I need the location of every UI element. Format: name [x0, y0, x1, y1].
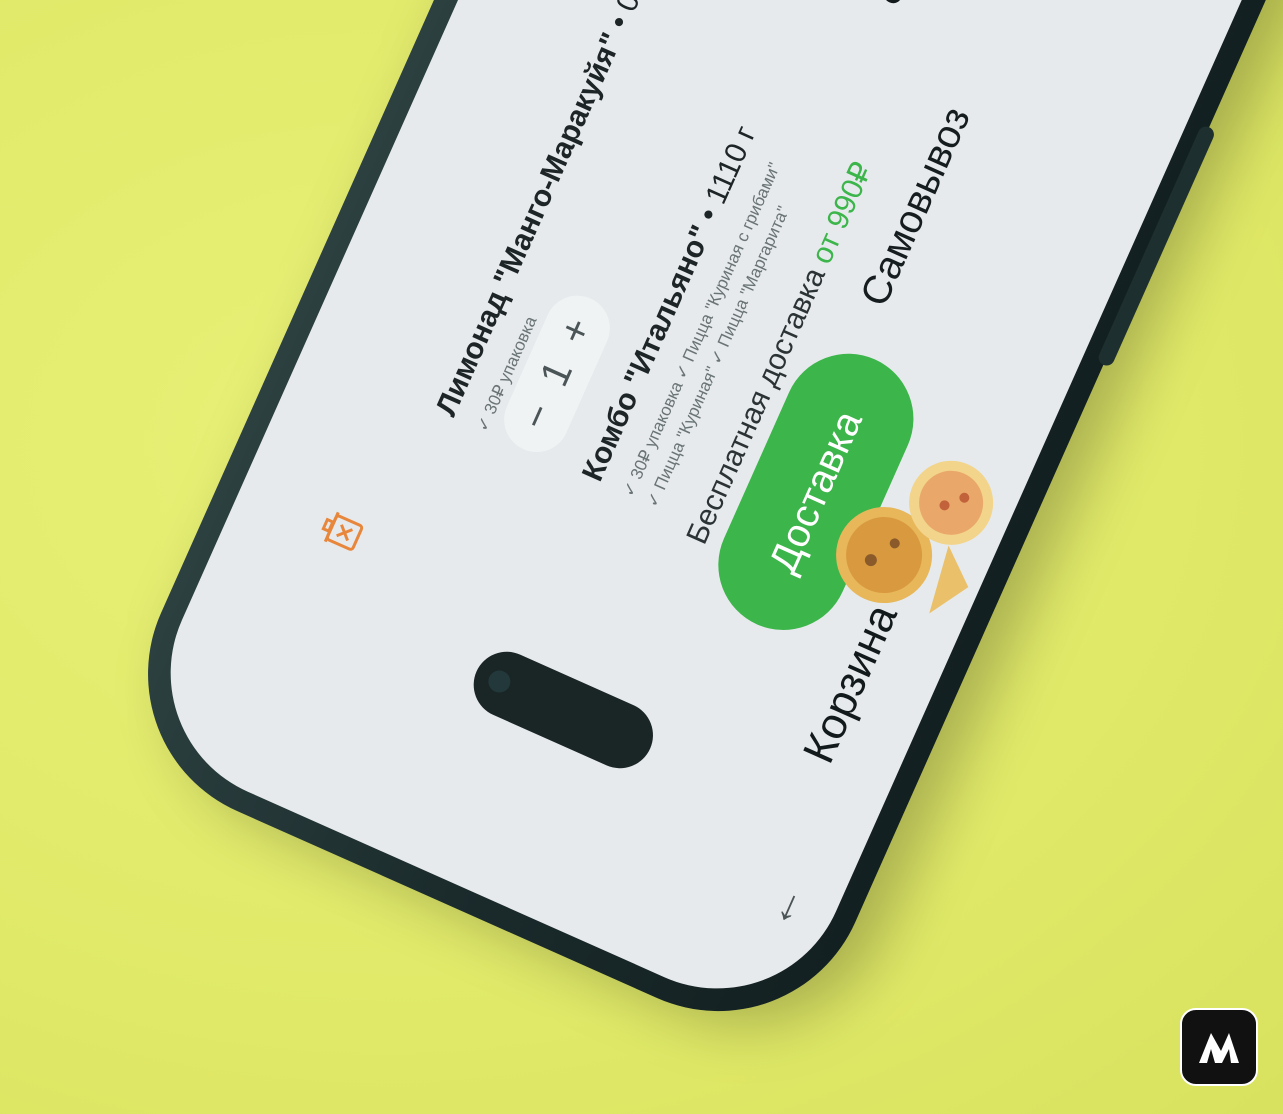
cart-item-price: 860 ₽ — [857, 0, 959, 13]
decrement-button[interactable]: − — [513, 397, 564, 437]
brand-logo — [1180, 1008, 1258, 1086]
dynamic-island — [463, 641, 664, 779]
screen: ← Корзина Доставка Самовывоз Бесплатная … — [129, 0, 1283, 1031]
arrow-left-icon[interactable]: ← — [751, 875, 815, 936]
tab-pickup[interactable]: Самовывоз — [852, 101, 979, 313]
phone: ← Корзина Доставка Самовывоз Бесплатная … — [100, 0, 1283, 1060]
camera — [484, 666, 514, 697]
cart-screen: ← Корзина Доставка Самовывоз Бесплатная … — [129, 0, 1283, 1030]
scene: ← Корзина Доставка Самовывоз Бесплатная … — [0, 0, 1283, 1114]
increment-button[interactable]: + — [551, 311, 602, 351]
quantity-value: 1 — [531, 354, 582, 393]
trash-icon[interactable] — [316, 507, 367, 556]
free-delivery-threshold: от 990₽ — [805, 157, 879, 269]
brand-logo-icon — [1199, 1033, 1239, 1063]
